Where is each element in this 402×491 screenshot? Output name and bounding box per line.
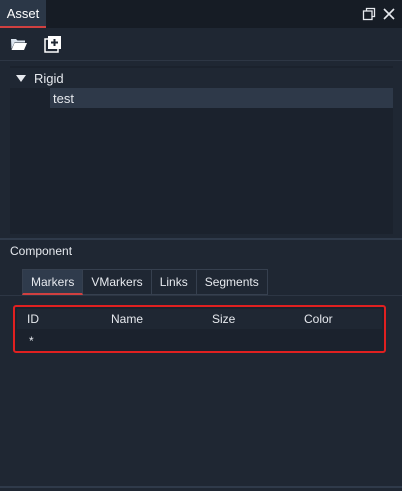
tab-segments[interactable]: Segments bbox=[196, 269, 268, 295]
column-header-color[interactable]: Color bbox=[304, 312, 333, 326]
add-square-icon[interactable] bbox=[43, 34, 63, 54]
column-header-name[interactable]: Name bbox=[111, 312, 143, 326]
column-header-id[interactable]: ID bbox=[27, 312, 39, 326]
float-window-icon[interactable] bbox=[361, 6, 377, 22]
tab-vmarkers[interactable]: VMarkers bbox=[83, 269, 152, 295]
bottom-divider bbox=[0, 486, 402, 488]
column-header-size[interactable]: Size bbox=[212, 312, 235, 326]
tab-markers[interactable]: Markers bbox=[22, 269, 84, 295]
tree-item-test[interactable]: test bbox=[50, 88, 393, 108]
tree-item-label: test bbox=[53, 90, 74, 106]
component-heading: Component bbox=[10, 244, 73, 258]
table-header: ID Name Size Color bbox=[17, 309, 382, 329]
expand-caret-icon[interactable] bbox=[16, 74, 26, 82]
asset-tree: Rigid test bbox=[10, 66, 393, 234]
markers-table: ID Name Size Color * bbox=[13, 305, 386, 353]
title-bar: Asset bbox=[0, 0, 402, 28]
tab-asset[interactable]: Asset bbox=[0, 0, 46, 28]
panel-divider[interactable] bbox=[0, 238, 402, 240]
folder-open-icon[interactable] bbox=[9, 34, 29, 54]
toolbar bbox=[0, 28, 402, 61]
table-row[interactable]: * bbox=[17, 333, 382, 349]
component-tabs: Markers VMarkers Links Segments bbox=[22, 269, 268, 295]
tabs-underline bbox=[0, 295, 402, 296]
cell-id[interactable]: * bbox=[29, 334, 34, 348]
tab-links[interactable]: Links bbox=[151, 269, 197, 295]
tree-item-rigid[interactable]: Rigid bbox=[10, 68, 393, 88]
tree-item-label: Rigid bbox=[34, 70, 64, 86]
close-icon[interactable] bbox=[381, 6, 397, 22]
asset-panel: Asset Rigid test Component Markers VMark… bbox=[0, 0, 402, 491]
